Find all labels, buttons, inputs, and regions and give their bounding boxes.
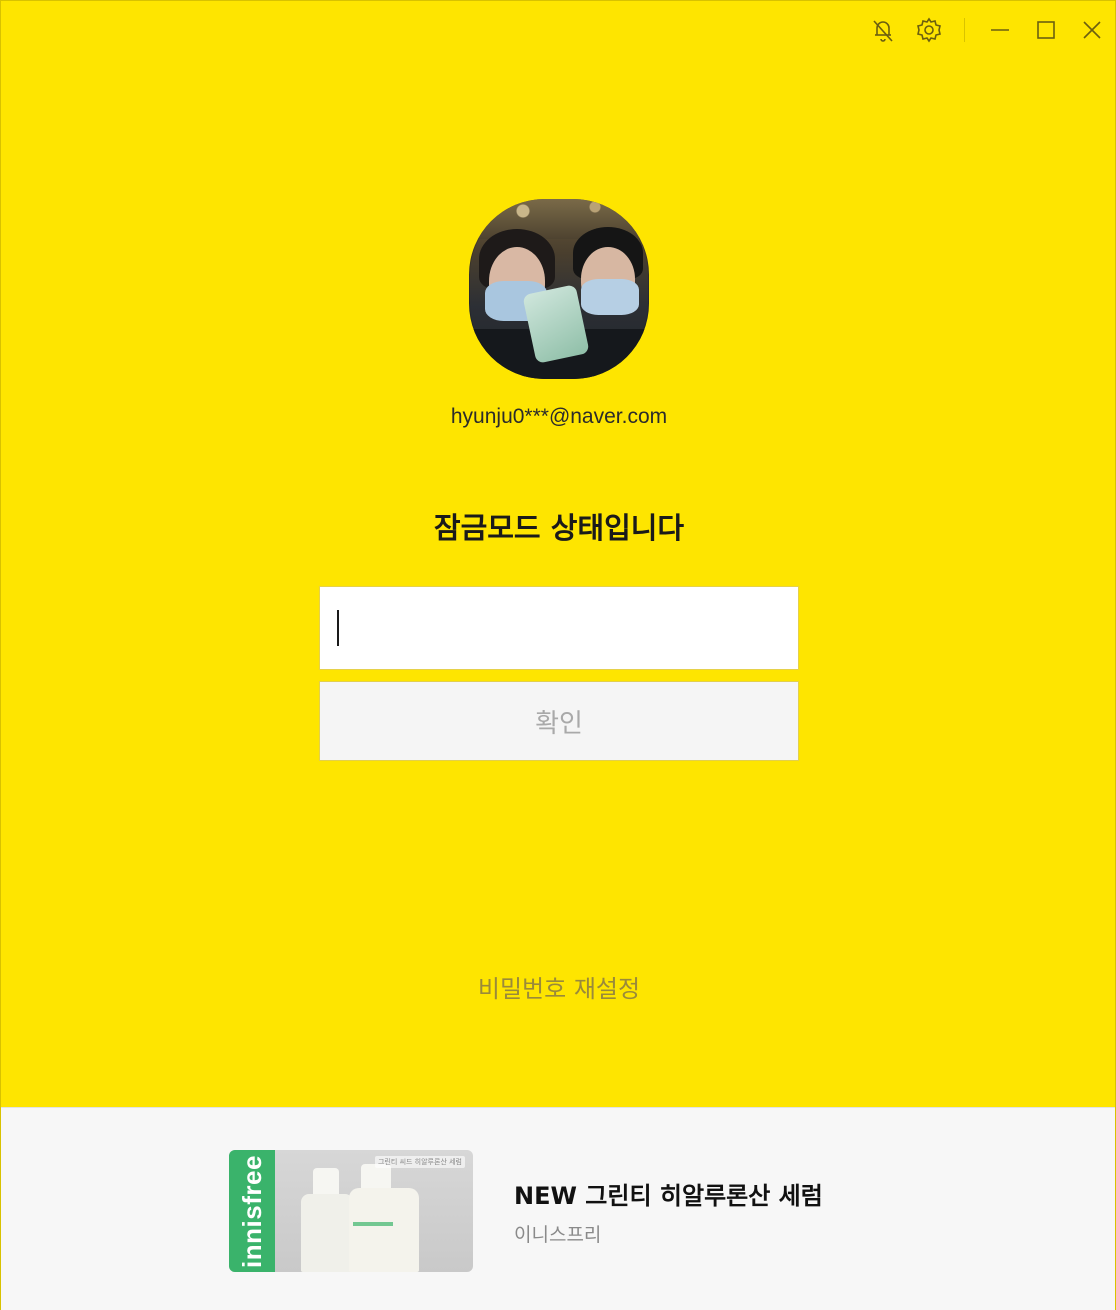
password-field[interactable] xyxy=(319,586,799,670)
profile-avatar xyxy=(469,199,649,379)
ad-image[interactable]: innisfree 그린티 씨드 히알루론산 세럼 xyxy=(229,1150,473,1272)
ad-advertiser: 이니스프리 xyxy=(514,1224,602,1246)
gear-icon xyxy=(917,17,941,43)
notification-toggle-button[interactable] xyxy=(860,1,906,59)
title-bar xyxy=(860,1,1115,59)
ad-banner[interactable]: innisfree 그린티 씨드 히알루론산 세럼 NEW 그린티 히알루론산 … xyxy=(1,1107,1115,1310)
account-email: hyunju0***@naver.com xyxy=(450,405,668,428)
settings-button[interactable] xyxy=(906,1,952,59)
ad-brand-strip: innisfree xyxy=(229,1150,275,1272)
ad-brand-text: innisfree xyxy=(236,1154,267,1268)
ad-product-tag: 그린티 씨드 히알루론산 세럼 xyxy=(375,1156,465,1168)
close-button[interactable] xyxy=(1069,1,1115,59)
lock-mode-title: 잠금모드 상태입니다 xyxy=(433,511,685,545)
minimize-button[interactable] xyxy=(977,1,1023,59)
password-input[interactable] xyxy=(320,587,798,669)
maximize-button[interactable] xyxy=(1023,1,1069,59)
product-bottle-large xyxy=(349,1188,419,1272)
minimize-icon xyxy=(991,29,1009,31)
titlebar-divider xyxy=(964,18,965,42)
product-bottle-small xyxy=(301,1194,353,1272)
reset-password-link[interactable]: 비밀번호 재설정 xyxy=(1,969,1116,1004)
ad-title[interactable]: NEW 그린티 히알루론산 세럼 xyxy=(514,1176,823,1211)
confirm-button[interactable]: 확인 xyxy=(319,681,799,761)
close-icon xyxy=(1083,21,1101,39)
maximize-icon xyxy=(1037,21,1055,39)
bell-off-icon xyxy=(873,20,893,42)
app-window: hyunju0***@naver.com 잠금모드 상태입니다 확인 비밀번호 … xyxy=(0,0,1116,1310)
